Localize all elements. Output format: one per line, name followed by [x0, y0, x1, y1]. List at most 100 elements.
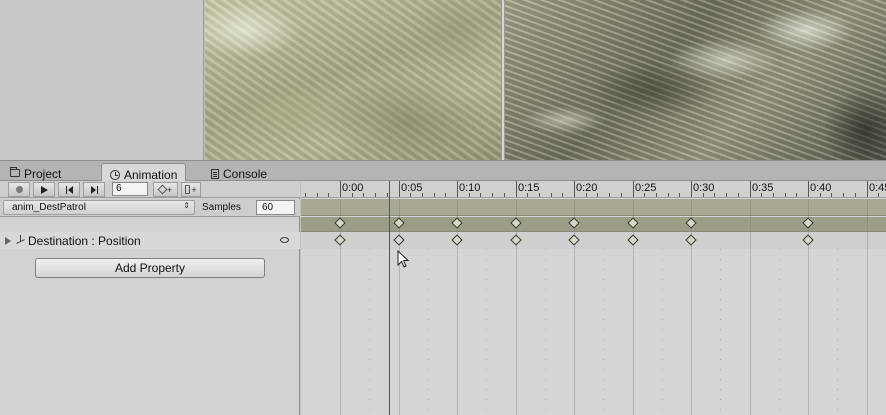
grid-line: [750, 199, 751, 415]
scene-hierarchy-panel: [0, 0, 204, 160]
ruler-tick: [434, 193, 435, 197]
ruler-tick: [551, 193, 552, 197]
grid-dotted-line: [779, 249, 780, 415]
prev-keyframe-button[interactable]: [58, 182, 80, 197]
tab-animation[interactable]: Animation: [101, 163, 187, 183]
ruler-tick: [843, 193, 844, 197]
ruler-tick: [750, 181, 751, 197]
grid-dotted-line: [720, 249, 721, 415]
frame-field[interactable]: 6: [112, 182, 148, 196]
expand-arrow-icon[interactable]: [5, 237, 11, 245]
ruler-tick: [633, 181, 634, 197]
ruler-tick-label: 0:10: [459, 182, 481, 194]
ruler-tick: [305, 193, 306, 197]
ruler-tick: [785, 193, 786, 197]
ruler-tick: [668, 193, 669, 197]
scene-view[interactable]: [205, 0, 501, 160]
ruler-tick: [867, 181, 868, 197]
ruler-tick-label: 0:30: [693, 182, 715, 194]
ruler-tick: [621, 193, 622, 197]
tab-project-label: Project: [24, 167, 62, 181]
clip-bar: anim_DestPatrol ⇕ Samples 60: [0, 199, 300, 217]
next-keyframe-icon: [90, 185, 98, 194]
grid-dotted-line: [545, 249, 546, 415]
ruler-tick: [562, 193, 563, 197]
add-event-icon: [185, 185, 191, 194]
ruler-tick: [492, 193, 493, 197]
ruler-tick: [445, 193, 446, 197]
ruler-tick-label: 0:35: [752, 182, 774, 194]
play-button[interactable]: [33, 182, 55, 197]
clip-select[interactable]: anim_DestPatrol ⇕: [3, 200, 195, 215]
ruler-tick: [516, 181, 517, 197]
grid-dotted-line: [369, 249, 370, 415]
tab-project[interactable]: Project: [2, 163, 69, 182]
ruler-tick: [387, 193, 388, 197]
ruler-tick: [691, 181, 692, 197]
grid-line: [516, 199, 517, 415]
tab-console-label: Console: [223, 167, 268, 181]
tab-animation-label: Animation: [124, 168, 178, 182]
ruler-tick: [679, 193, 680, 197]
panel-tab-bar: Project Animation Console: [0, 160, 886, 183]
add-keyframe-button[interactable]: +: [153, 182, 178, 197]
playhead-line[interactable]: [389, 181, 390, 415]
next-keyframe-button[interactable]: [83, 182, 105, 197]
ruler-tick-label: 0:05: [401, 182, 423, 194]
timeline[interactable]: 0:00 0:05 0:10 0:15 0:20 0:25 0:30 0:35 0:40 0:45…: [301, 181, 886, 415]
curve-toggle-icon[interactable]: [280, 237, 289, 243]
game-view[interactable]: [505, 0, 886, 160]
clock-icon: [110, 170, 120, 180]
grid-line: [340, 199, 341, 415]
ruler-tick-label: 0:15: [518, 182, 540, 194]
ruler-tick: [375, 193, 376, 197]
ruler-tick: [340, 181, 341, 197]
ruler-tick: [457, 181, 458, 197]
grid-line: [633, 199, 634, 415]
grid-line: [867, 199, 868, 415]
grid-dotted-line: [486, 249, 487, 415]
grid-dotted-line: [662, 249, 663, 415]
ruler-tick-label: 0:45: [869, 182, 886, 194]
grid-dotted-line: [428, 249, 429, 415]
ruler-tick: [726, 193, 727, 197]
ruler-tick: [609, 193, 610, 197]
grid-line: [457, 199, 458, 415]
ruler-tick: [738, 193, 739, 197]
ruler-tick-label: 0:25: [635, 182, 657, 194]
ruler-tick: [504, 193, 505, 197]
mouse-pointer-icon: [397, 250, 410, 268]
clip-name: anim_DestPatrol: [12, 202, 86, 213]
grid-dotted-line: [837, 249, 838, 415]
plus-icon: +: [166, 184, 173, 195]
add-property-button[interactable]: Add Property: [35, 258, 265, 278]
grid-line: [691, 199, 692, 415]
grid-line: [808, 199, 809, 415]
plus-icon: +: [191, 184, 197, 195]
ruler-tick-label: 0:00: [342, 182, 364, 194]
add-event-button[interactable]: +: [181, 182, 201, 197]
folder-icon: [10, 167, 20, 177]
ruler-tick: [855, 193, 856, 197]
prev-keyframe-icon: [65, 185, 73, 194]
ruler-tick: [399, 181, 400, 197]
transform-icon: [15, 235, 26, 246]
record-icon: [15, 186, 23, 193]
play-icon: [40, 185, 48, 194]
grid-line: [399, 199, 400, 415]
tab-console[interactable]: Console: [203, 163, 275, 182]
ruler-tick: [317, 193, 318, 197]
grid-dotted-line: [603, 249, 604, 415]
animation-toolbar: 6 + +: [0, 181, 300, 198]
animation-left-panel: 6 + + anim_DestPatrol ⇕ Samples 60 Desti…: [0, 181, 300, 415]
ruler-tick: [796, 193, 797, 197]
record-button[interactable]: [8, 182, 30, 197]
ruler-tick: [574, 181, 575, 197]
property-row[interactable]: Destination : Position: [0, 232, 300, 249]
grid-line: [574, 199, 575, 415]
ruler-tick: [808, 181, 809, 197]
samples-label: Samples: [202, 202, 241, 213]
add-keyframe-icon: [157, 184, 168, 195]
samples-field[interactable]: 60: [256, 200, 295, 215]
dropdown-arrows-icon: ⇕: [183, 201, 190, 210]
